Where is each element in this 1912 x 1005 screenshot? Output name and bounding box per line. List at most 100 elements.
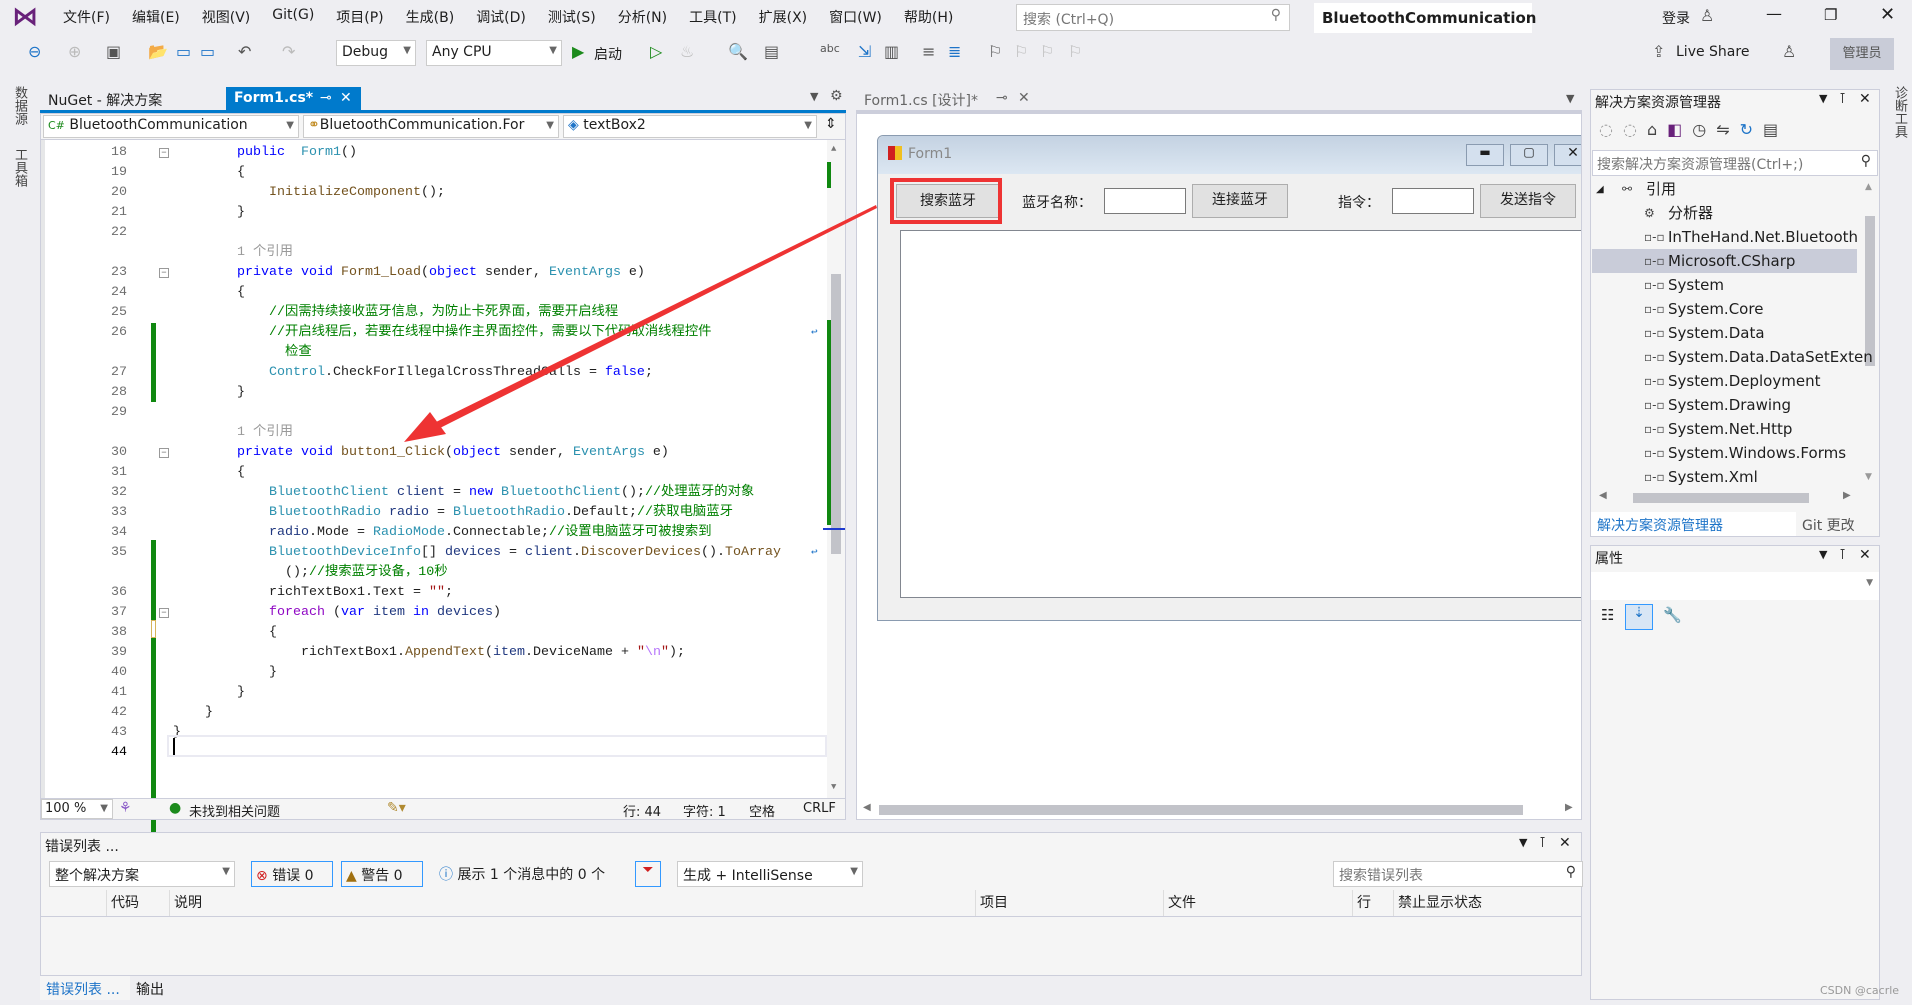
categorized-icon[interactable]: ☷ bbox=[1601, 606, 1614, 624]
tree-item[interactable]: ⚙ 分析器 bbox=[1592, 201, 1857, 225]
wrench-icon[interactable]: 🔧 bbox=[1663, 606, 1682, 624]
column-header[interactable]: 说明 bbox=[169, 890, 974, 916]
tree-item-label: System.Data bbox=[1668, 324, 1765, 342]
assembly-icon: ▫-▫ bbox=[1644, 374, 1665, 388]
warnings-filter-button[interactable]: ▲ 警告 0 bbox=[341, 861, 423, 887]
panel-title: 解决方案资源管理器 bbox=[1595, 95, 1721, 111]
watermark: CSDN @cacrle bbox=[1820, 984, 1900, 997]
column-header[interactable]: 代码 bbox=[106, 890, 168, 916]
solution-search-input[interactable]: 搜索解决方案资源管理器(Ctrl+;) ⚲ bbox=[1592, 150, 1878, 176]
tree-item[interactable]: ▫-▫ System.Core bbox=[1592, 297, 1857, 321]
arrow-head bbox=[404, 412, 446, 442]
search-icon: ⚲ bbox=[1565, 864, 1576, 880]
assembly-icon: ▫-▫ bbox=[1644, 398, 1665, 412]
tab-output[interactable]: 输出 bbox=[130, 976, 190, 1000]
tab-git-changes[interactable]: Git 更改 bbox=[1796, 512, 1880, 536]
assembly-icon: ▫-▫ bbox=[1644, 446, 1665, 460]
messages-filter-button[interactable]: ⓘ 展示 1 个消息中的 0 个 bbox=[435, 861, 609, 887]
warning-icon: ▲ bbox=[346, 868, 357, 884]
column-header[interactable]: 文件 bbox=[1163, 890, 1351, 916]
tree-item-label: System.Core bbox=[1668, 300, 1764, 318]
source-select[interactable]: 生成 + IntelliSense ▼ bbox=[677, 861, 863, 887]
scope-select[interactable]: 整个解决方案 ▼ bbox=[49, 861, 235, 887]
assembly-icon: ▫-▫ bbox=[1644, 230, 1665, 244]
tree-item-label: InTheHand.Net.Bluetooth bbox=[1668, 228, 1859, 246]
dropdown-icon[interactable]: ▼ bbox=[1819, 548, 1827, 561]
assembly-icon: ▫-▫ bbox=[1644, 422, 1665, 436]
home-icon[interactable]: ⌂ bbox=[1647, 120, 1667, 139]
assembly-icon: ▫-▫ bbox=[1644, 470, 1665, 484]
tree-item-label: System bbox=[1668, 276, 1724, 294]
errors-filter-button[interactable]: ⊗ 错误 0 bbox=[251, 861, 333, 887]
assembly-icon: ▫-▫ bbox=[1644, 254, 1665, 268]
explorer-hscrollbar[interactable]: ◀ ▶ bbox=[1597, 490, 1859, 506]
refresh-icon[interactable]: ↻ bbox=[1740, 120, 1763, 139]
column-header[interactable]: 行 bbox=[1352, 890, 1392, 916]
search-placeholder: 搜索解决方案资源管理器(Ctrl+;) bbox=[1597, 157, 1804, 173]
tree-item-label: 分析器 bbox=[1668, 204, 1714, 222]
explorer-toolbar: ◌◌⌂◧◷⇋↻▤ bbox=[1599, 120, 1788, 139]
messages-count: 展示 1 个消息中的 0 个 bbox=[457, 867, 606, 883]
scroll-left-icon[interactable]: ◀ bbox=[1599, 490, 1607, 501]
tree-item[interactable]: ▫-▫ System.Windows.Forms bbox=[1592, 441, 1857, 465]
panel-title: 错误列表 ... bbox=[45, 839, 119, 855]
scroll-up-icon[interactable]: ▲ bbox=[1865, 182, 1872, 192]
alphabetical-icon[interactable]: ⇣ bbox=[1625, 604, 1653, 630]
tree-item[interactable]: ▫-▫ System.Deployment bbox=[1592, 369, 1857, 393]
tree-item[interactable]: ▫-▫ Microsoft.CSharp bbox=[1592, 249, 1857, 273]
tree-item-label: Microsoft.CSharp bbox=[1668, 252, 1796, 270]
warnings-count: 警告 0 bbox=[361, 868, 403, 884]
scrollbar-thumb[interactable] bbox=[1865, 216, 1875, 366]
back-icon[interactable]: ◌ bbox=[1599, 120, 1623, 139]
tree-item[interactable]: ▫-▫ System.Data.DataSetExten bbox=[1592, 345, 1873, 369]
pin-icon[interactable]: ⊺ bbox=[1839, 91, 1846, 107]
scroll-down-icon[interactable]: ▼ bbox=[1865, 472, 1872, 482]
tree-item-label: System.Windows.Forms bbox=[1668, 444, 1847, 462]
close-panel-icon[interactable]: ✕ bbox=[1559, 835, 1571, 851]
tree-item-label: System.Net.Http bbox=[1668, 420, 1793, 438]
tree-item[interactable]: ▫-▫ System.Xml bbox=[1592, 465, 1857, 489]
tree-item[interactable]: ▫-▫ System bbox=[1592, 273, 1857, 297]
filter-icon[interactable]: ⏷ bbox=[635, 861, 661, 887]
switch-view-icon[interactable]: ◧ bbox=[1667, 120, 1692, 139]
tree-item-label: System.Data.DataSetExten bbox=[1668, 348, 1873, 366]
tree-item[interactable]: ▫-▫ System.Net.Http bbox=[1592, 417, 1857, 441]
dropdown-icon[interactable]: ▼ bbox=[1519, 836, 1527, 849]
tree-item-label: 引用 bbox=[1646, 180, 1677, 198]
chevron-down-icon: ▼ bbox=[222, 866, 230, 877]
dropdown-icon[interactable]: ▼ bbox=[1819, 92, 1827, 105]
tree-item-label: System.Drawing bbox=[1668, 396, 1792, 414]
close-panel-icon[interactable]: ✕ bbox=[1859, 91, 1871, 107]
assembly-icon: ▫-▫ bbox=[1644, 278, 1665, 292]
scroll-right-icon[interactable]: ▶ bbox=[1843, 490, 1851, 501]
object-selector[interactable]: ▼ bbox=[1591, 572, 1879, 600]
arrow-shaft bbox=[436, 205, 877, 428]
tree-item[interactable]: ▫-▫ InTheHand.Net.Bluetooth bbox=[1592, 225, 1859, 249]
tree-item[interactable]: ▫-▫ System.Drawing bbox=[1592, 393, 1857, 417]
assembly-icon: ▫-▫ bbox=[1644, 326, 1665, 340]
forward-icon[interactable]: ◌ bbox=[1623, 120, 1647, 139]
column-header[interactable]: 禁止显示状态 bbox=[1393, 890, 1547, 916]
collapse-icon[interactable]: ▤ bbox=[1763, 120, 1788, 139]
tree-item[interactable]: ⚯ 引用 bbox=[1592, 177, 1857, 201]
properties-panel: 属性 ▼ ⊺ ✕ ▼ ☷ ⇣ 🔧 bbox=[1590, 545, 1880, 1000]
scrollbar-thumb[interactable] bbox=[1633, 493, 1809, 503]
tab-error-list[interactable]: 错误列表 ... bbox=[40, 976, 130, 1000]
pin-icon[interactable]: ⊺ bbox=[1539, 835, 1546, 851]
sync-icon[interactable]: ⇋ bbox=[1716, 120, 1739, 139]
close-panel-icon[interactable]: ✕ bbox=[1859, 547, 1871, 563]
scope-value: 整个解决方案 bbox=[55, 868, 139, 884]
references-icon: ⚯ bbox=[1622, 182, 1633, 196]
pin-icon[interactable]: ⊺ bbox=[1839, 547, 1846, 563]
error-search-input[interactable]: 搜索错误列表 ⚲ bbox=[1333, 861, 1583, 887]
column-header[interactable]: 项目 bbox=[975, 890, 1161, 916]
info-icon: ⓘ bbox=[439, 867, 453, 883]
chevron-down-icon: ▼ bbox=[850, 866, 858, 877]
tab-solution-explorer[interactable]: 解决方案资源管理器 bbox=[1591, 512, 1796, 536]
chevron-down-icon: ▼ bbox=[1866, 578, 1873, 588]
explorer-vscrollbar[interactable]: ▲ ▼ bbox=[1863, 180, 1877, 500]
history-icon[interactable]: ◷ bbox=[1692, 120, 1716, 139]
error-icon: ⊗ bbox=[256, 868, 268, 884]
tree-item[interactable]: ▫-▫ System.Data bbox=[1592, 321, 1857, 345]
search-placeholder: 搜索错误列表 bbox=[1339, 868, 1423, 884]
